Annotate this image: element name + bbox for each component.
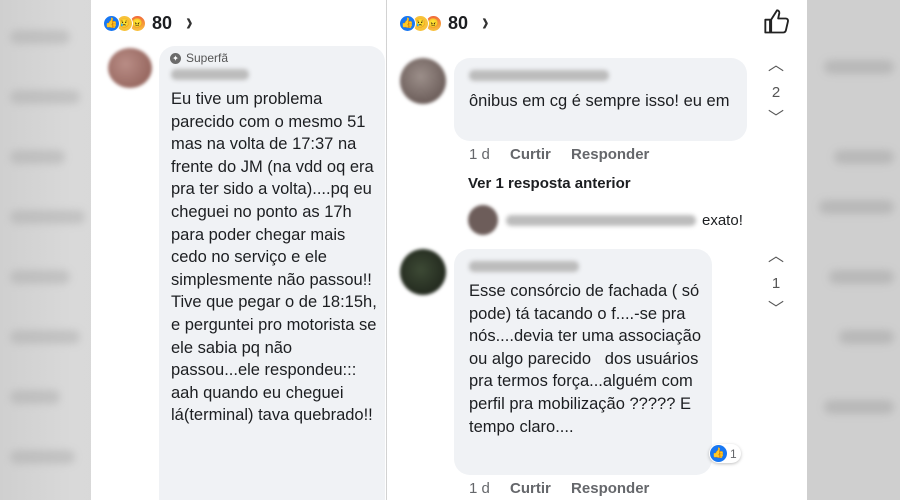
chevron-right-icon[interactable]: › [482,8,489,38]
avatar [468,205,498,235]
star-icon: ✦ [170,52,181,64]
like-link[interactable]: Curtir [510,146,551,163]
reaction-count: 80 [448,12,469,33]
reply-author [506,214,696,226]
reaction-count: 80 [152,12,173,33]
chevron-up-icon[interactable]: ︿ [767,249,785,265]
comment-author[interactable] [171,67,249,85]
like-link[interactable]: Curtir [510,480,551,497]
view-previous-replies-link[interactable]: Ver 1 resposta anterior [468,175,631,192]
vote-control: ︿ 2 ﹀ [767,58,785,127]
avatar[interactable] [400,58,446,104]
reply-text: exato! [702,211,743,229]
reply-preview[interactable]: exato! [468,205,743,235]
blurred-background-right [805,0,900,500]
comment-text: Eu tive um problema parecido com o mesmo… [171,90,377,425]
chevron-down-icon[interactable]: ﹀ [767,302,785,318]
comment-author[interactable] [469,68,609,86]
chevron-down-icon[interactable]: ﹀ [767,111,785,127]
thumbs-up-icon[interactable] [763,8,791,36]
right-comment-panel: 👍 😢 😠 80 › ônibus em cg é sempre isso! e… [387,0,807,500]
chevron-up-icon[interactable]: ︿ [767,58,785,74]
vote-count: 1 [771,275,781,292]
comment-time: 1 d [469,146,490,163]
like-icon: 👍 [103,14,120,32]
avatar[interactable] [400,249,446,295]
comment-author[interactable] [469,259,579,277]
comment-time: 1 d [469,480,490,497]
comment-actions: 1 d Curtir Responder [469,480,665,497]
superfan-label: Superfã [186,51,229,65]
like-icon: 👍 [399,14,416,32]
left-comment-panel: 👍 😢 😠 80 › ✦ Superfã Eu tive um problema… [91,0,386,500]
reactions-summary[interactable]: 👍 😢 😠 80 › [399,8,489,38]
vote-control: ︿ 1 ﹀ [767,249,785,318]
reply-link[interactable]: Responder [571,480,649,497]
avatar[interactable] [108,48,152,88]
reactions-summary[interactable]: 👍 😢 😠 80 › [103,8,193,38]
comment-actions: 1 d Curtir Responder [469,146,665,163]
comment-text: ônibus em cg é sempre isso! eu em [469,92,730,110]
comment-text: Esse consórcio de fachada ( só pode) tá … [469,282,706,436]
like-icon: 👍 [710,445,727,462]
chevron-right-icon[interactable]: › [186,8,193,38]
vote-count: 2 [771,84,781,101]
superfan-badge: ✦ Superfã [170,51,228,65]
comment-like-count[interactable]: 👍 1 [709,444,741,463]
reply-link[interactable]: Responder [571,146,649,163]
